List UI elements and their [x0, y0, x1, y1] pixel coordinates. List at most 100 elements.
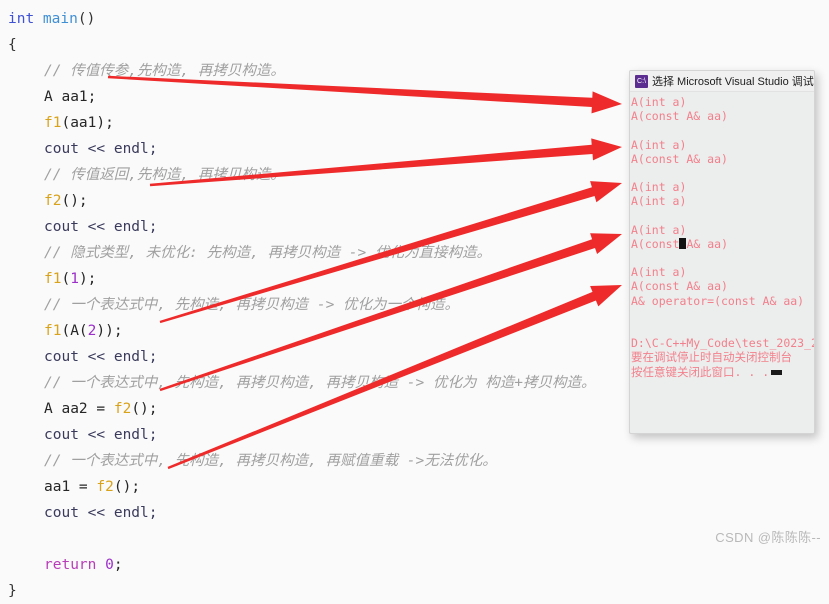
console-output-line: A(int a): [631, 180, 814, 194]
console-line-text: A(const A& aa): [631, 151, 728, 166]
code-line[interactable]: // 隐式类型, 未优化: 先构造, 再拷贝构造 -> 优化为直接构造。: [8, 240, 640, 266]
code-token: cout << endl;: [44, 219, 158, 235]
console-line-text: A(int a): [631, 95, 687, 109]
code-token: 1: [70, 271, 79, 287]
console-line-text: 按任意键关闭此窗口. . .: [631, 364, 770, 379]
console-line-text: A(int a): [631, 222, 687, 237]
csdn-watermark: CSDN @陈陈陈--: [715, 530, 821, 545]
code-token: cout << endl;: [44, 427, 158, 443]
code-line[interactable]: // 一个表达式中, 先构造, 再拷贝构造, 再赋值重载 ->无法优化。: [8, 448, 640, 474]
console-line-text: A(const A& aa): [631, 279, 728, 294]
code-line[interactable]: f1(A(2));: [8, 318, 640, 344]
code-token: main: [42, 11, 78, 27]
code-token: // 隐式类型, 未优化: 先构造, 再拷贝构造 -> 优化为直接构造。: [44, 245, 491, 261]
code-token: ();: [61, 193, 88, 209]
code-token: // 一个表达式中, 先构造, 再拷贝构造, 再赋值重载 ->无法优化。: [44, 453, 497, 469]
console-line-text: A& aa): [686, 236, 729, 251]
console-output-area[interactable]: A(int a) A(const A& aa) A(int a) A(const A…: [630, 92, 814, 379]
console-output-line: A(const A& aa): [631, 237, 814, 251]
code-line[interactable]: // 一个表达式中, 先构造, 再拷贝构造 -> 优化为一个构造。: [8, 292, 640, 318]
code-token: cout << endl;: [44, 141, 158, 157]
code-token: f1: [44, 115, 62, 131]
console-line-text: D:\C-C++My_Code\test_2023_2_: [631, 336, 815, 351]
code-editor-pane[interactable]: int main(){// 传值传参,先构造, 再拷贝构造。 A aa1; f1(a…: [0, 0, 640, 599]
code-token: ));: [96, 323, 123, 339]
console-titlebar[interactable]: C:\ 选择 Microsoft Visual Studio 调试控: [630, 71, 814, 92]
code-token: A aa2 =: [44, 401, 114, 417]
console-output-line: A(int a): [631, 265, 814, 279]
code-line[interactable]: f1(1);: [8, 266, 640, 292]
console-output-line: A(const A& aa): [631, 279, 814, 293]
code-token: int: [8, 11, 43, 27]
console-output-line: A(int a): [631, 194, 814, 208]
code-token: f2: [96, 479, 114, 495]
code-token: (): [77, 11, 96, 27]
code-line[interactable]: cout << endl;: [8, 500, 640, 526]
code-token: ();: [113, 479, 141, 495]
console-line-text: A(int a): [631, 180, 687, 195]
code-line[interactable]: cout << endl;: [8, 422, 640, 448]
code-token: (aa1);: [61, 115, 114, 131]
console-output-line: 要在调试停止时自动关闭控制台: [631, 350, 814, 364]
code-line[interactable]: A aa1;: [8, 84, 640, 110]
code-token: // 传值返回,先构造, 再拷贝构造。: [44, 167, 285, 183]
console-output-line: D:\C-C++My_Code\test_2023_2_: [631, 336, 814, 350]
console-title-text: 选择 Microsoft Visual Studio 调试控: [652, 76, 814, 88]
code-token: aa1 =: [44, 479, 97, 495]
code-token: f1: [44, 271, 62, 287]
code-line[interactable]: int main(): [8, 6, 640, 32]
code-line[interactable]: aa1 = f2();: [8, 474, 640, 500]
console-line-text: A(int a): [631, 137, 687, 152]
console-output-line: A(int a): [631, 223, 814, 237]
code-line[interactable]: // 传值返回,先构造, 再拷贝构造。: [8, 162, 640, 188]
console-output-line: 按任意键关闭此窗口. . .: [631, 365, 814, 379]
code-line[interactable]: f1(aa1);: [8, 110, 640, 136]
code-token: // 一个表达式中, 先构造, 再拷贝构造, 再拷贝构造 -> 优化为 构造+拷…: [44, 375, 596, 391]
console-line-text: A(const A& aa): [631, 109, 728, 124]
console-block-cursor: [771, 369, 783, 375]
code-line[interactable]: cout << endl;: [8, 344, 640, 370]
console-output-line: A& operator=(const A& aa): [631, 294, 814, 308]
code-token: {: [8, 37, 17, 53]
code-line[interactable]: f2();: [8, 188, 640, 214]
code-token: 0: [105, 557, 114, 573]
debug-console-window[interactable]: C:\ 选择 Microsoft Visual Studio 调试控 A(int…: [629, 70, 815, 434]
console-line-text: A(int a): [631, 194, 687, 209]
code-line[interactable]: // 一个表达式中, 先构造, 再拷贝构造, 再拷贝构造 -> 优化为 构造+拷…: [8, 370, 640, 396]
code-token: (: [61, 271, 71, 287]
code-token: return: [44, 557, 106, 573]
code-line[interactable]: }: [8, 578, 640, 604]
console-line-text: A& operator=(const A& aa): [631, 293, 805, 308]
code-token: }: [8, 583, 17, 599]
code-token: ;: [113, 557, 123, 573]
console-output-line: A(const A& aa): [631, 152, 814, 166]
code-token: f1: [44, 323, 62, 339]
code-line[interactable]: [8, 526, 640, 552]
code-token: ();: [131, 401, 158, 417]
code-token: // 传值传参,先构造, 再拷贝构造。: [44, 63, 285, 79]
code-line[interactable]: // 传值传参,先构造, 再拷贝构造。: [8, 58, 640, 84]
code-line[interactable]: {: [8, 32, 640, 58]
code-line[interactable]: cout << endl;: [8, 136, 640, 162]
console-output-line: A(const A& aa): [631, 109, 814, 123]
code-token: (A(: [61, 323, 88, 339]
code-token: cout << endl;: [44, 505, 158, 521]
code-token: // 一个表达式中, 先构造, 再拷贝构造 -> 优化为一个构造。: [44, 297, 460, 313]
code-token: );: [78, 271, 97, 287]
console-output-line: A(int a): [631, 95, 814, 109]
code-line[interactable]: cout << endl;: [8, 214, 640, 240]
code-line[interactable]: A aa2 = f2();: [8, 396, 640, 422]
code-token: f2: [113, 401, 132, 417]
code-token: A aa1;: [44, 89, 97, 105]
code-token: cout << endl;: [44, 349, 158, 365]
console-output-line: A(int a): [631, 138, 814, 152]
console-app-icon: C:\: [635, 74, 648, 88]
console-line-text: 要在调试停止时自动关闭控制台: [631, 350, 792, 365]
